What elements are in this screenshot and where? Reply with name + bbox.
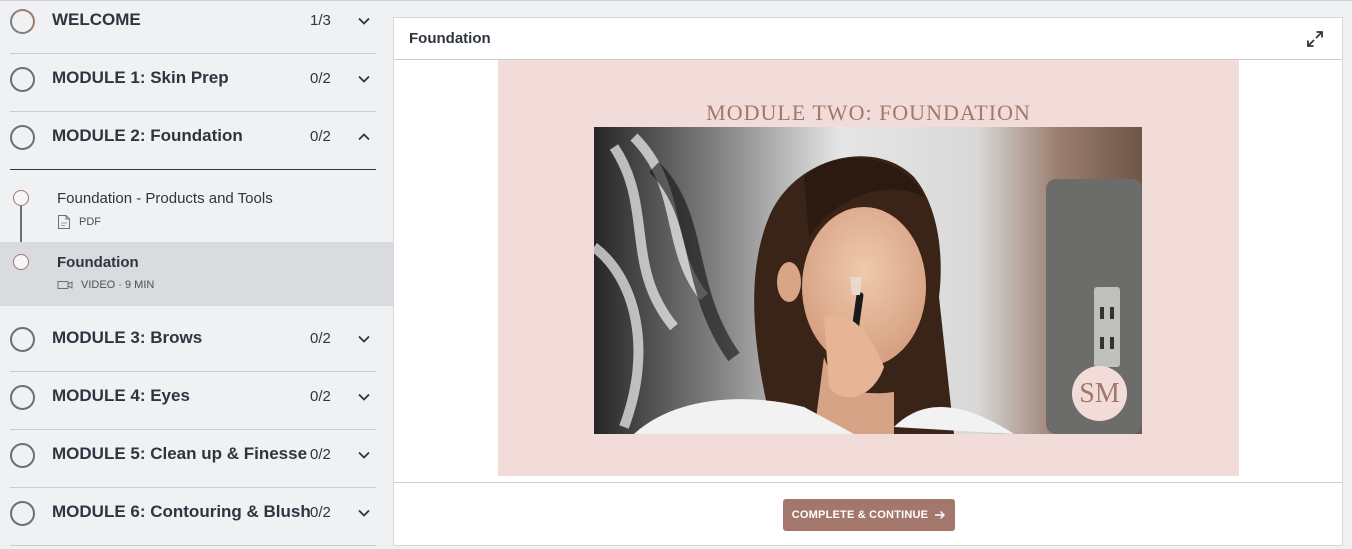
module-2-foundation[interactable]: MODULE 2: Foundation 0/2 [10,112,376,170]
module-title: MODULE 1: Skin Prep [52,68,229,87]
module-3-brows[interactable]: MODULE 3: Brows 0/2 [10,314,376,372]
module-progress-count: 0/2 [310,70,331,87]
module-progress-count: 0/2 [310,504,331,521]
video-still-image [594,127,1142,434]
lesson-meta: PDF [57,214,101,230]
pdf-icon [58,215,70,229]
brand-badge: SM [1072,366,1127,421]
lesson-content-panel: Foundation MODULE TWO: FOUNDATION SM COM… [393,17,1343,546]
lesson-type-label: VIDEO · 9 MIN [81,279,155,291]
module-title: MODULE 4: Eyes [52,386,190,405]
progress-ring-icon [10,327,35,352]
progress-ring-icon [10,385,35,410]
progress-ring-icon [10,501,35,526]
video-thumbnail: SM [594,127,1142,434]
chevron-down-icon[interactable] [356,505,372,521]
module-6-contouring-blush[interactable]: MODULE 6: Contouring & Blush 0/2 [10,488,376,546]
progress-ring-icon [10,443,35,468]
lesson-type-label: PDF [79,216,101,228]
expand-icon[interactable] [1305,29,1325,49]
module-progress-count: 0/2 [310,446,331,463]
complete-and-continue-button[interactable]: COMPLETE & CONTINUE [783,499,955,531]
lesson-status-icon [13,254,29,270]
lesson-meta: VIDEO · 9 MIN [57,279,154,291]
video-icon [57,281,73,289]
module-progress-count: 0/2 [310,128,331,145]
lesson-title: Foundation [57,254,139,271]
lesson-header: Foundation [394,18,1342,60]
module-progress-count: 1/3 [310,12,331,29]
module-welcome[interactable]: WELCOME 1/3 [10,0,376,54]
progress-ring-icon [10,67,35,92]
footer-divider [394,482,1342,483]
chevron-down-icon[interactable] [356,389,372,405]
module-1-skin-prep[interactable]: MODULE 1: Skin Prep 0/2 [10,54,376,112]
module-title: MODULE 2: Foundation [52,126,243,145]
video-player[interactable]: MODULE TWO: FOUNDATION SM [498,60,1239,476]
module-title: WELCOME [52,10,141,29]
cta-label: COMPLETE & CONTINUE [791,509,929,521]
chevron-down-icon[interactable] [356,331,372,347]
progress-ring-icon [10,125,35,150]
progress-ring-icon [10,9,35,34]
lesson-foundation[interactable]: Foundation VIDEO · 9 MIN [0,242,393,306]
chevron-down-icon[interactable] [356,447,372,463]
module-title: MODULE 3: Brows [52,328,203,347]
lesson-foundation-products-and-tools[interactable]: Foundation - Products and Tools PDF [0,177,393,241]
module-progress-count: 0/2 [310,330,331,347]
module-4-eyes[interactable]: MODULE 4: Eyes 0/2 [10,372,376,430]
lesson-title: Foundation - Products and Tools [57,190,273,207]
arrow-right-icon [935,511,946,519]
chevron-down-icon[interactable] [356,71,372,87]
module-5-clean-up-finesse[interactable]: MODULE 5: Clean up & Finesse 0/2 [10,430,376,488]
course-sidebar: WELCOME 1/3 MODULE 1: Skin Prep 0/2 MODU… [0,0,393,549]
module-progress-count: 0/2 [310,388,331,405]
module-title: MODULE 6: Contouring & Blush [52,502,311,521]
chevron-down-icon[interactable] [356,13,372,29]
lesson-status-icon [13,190,29,206]
lesson-heading: Foundation [409,30,491,47]
module-title: MODULE 5: Clean up & Finesse [52,444,308,463]
slide-title: MODULE TWO: FOUNDATION [706,100,1031,125]
chevron-up-icon[interactable] [356,129,372,145]
